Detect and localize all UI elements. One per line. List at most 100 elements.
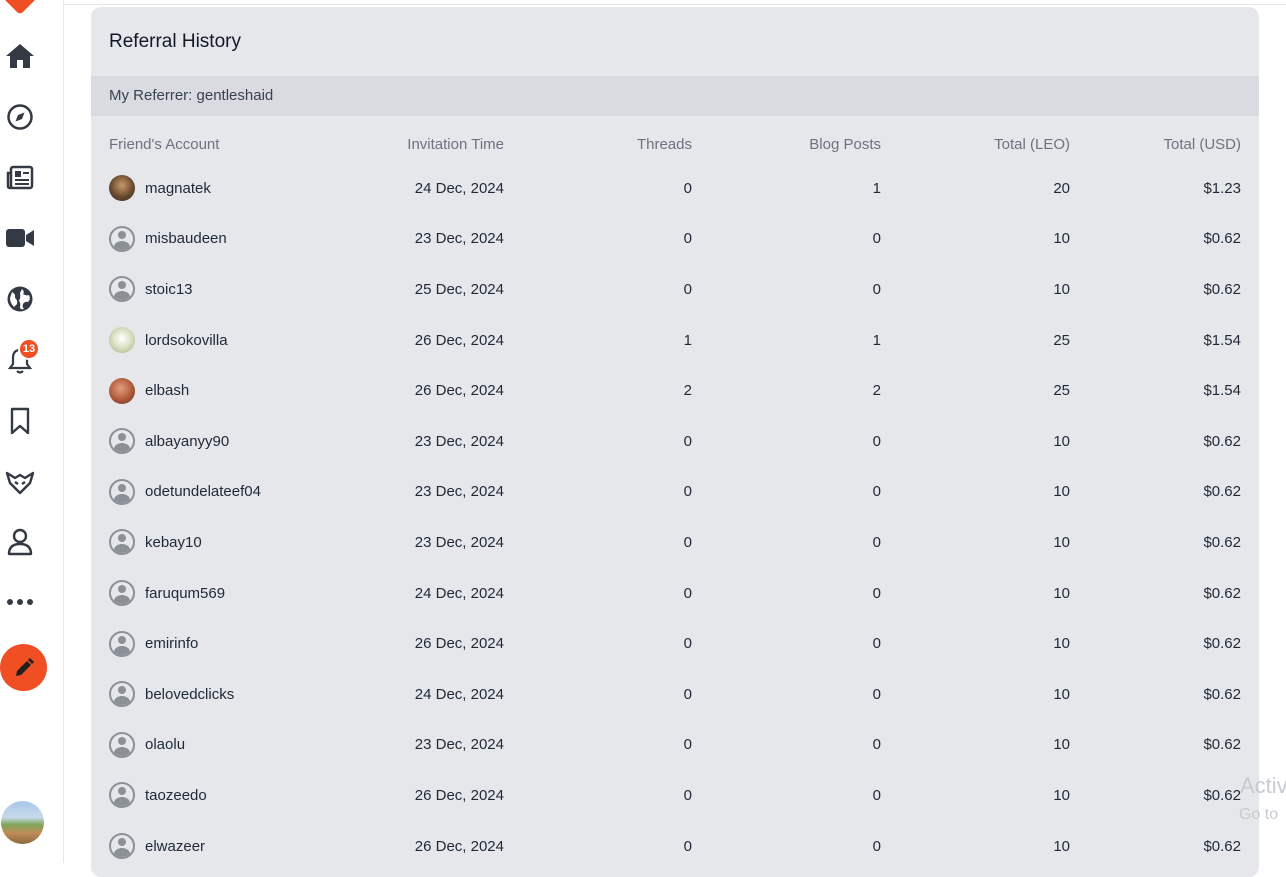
account-name[interactable]: odetundelateef04 (145, 483, 261, 500)
threads-count: 0 (683, 635, 692, 653)
total-usd: $0.62 (1203, 230, 1241, 248)
globe-icon[interactable] (0, 279, 40, 319)
total-leo: 10 (1053, 635, 1070, 653)
account-name[interactable]: taozeedo (145, 787, 207, 804)
user-avatar[interactable] (109, 630, 135, 657)
total-leo: 10 (1053, 533, 1070, 551)
invitation-time: 26 Dec, 2024 (414, 837, 504, 855)
column-header-blog-posts: Blog Posts (809, 135, 881, 153)
account-cell: elwazeer (91, 821, 329, 872)
invitation-time: 25 Dec, 2024 (414, 280, 504, 298)
total-usd: $0.62 (1203, 533, 1241, 551)
total-usd: $1.54 (1203, 331, 1241, 349)
user-avatar[interactable] (109, 175, 135, 202)
blog-posts-count: 0 (872, 533, 881, 551)
bookmark-icon[interactable] (0, 401, 40, 441)
total-leo: 10 (1053, 432, 1070, 450)
video-icon[interactable] (0, 218, 40, 258)
user-avatar[interactable] (109, 225, 135, 252)
account-name[interactable]: olaolu (145, 736, 185, 753)
compose-button[interactable] (0, 644, 47, 691)
threads-count: 0 (683, 432, 692, 450)
total-usd: $0.62 (1203, 432, 1241, 450)
account-cell: odetundelateef04 (91, 467, 329, 518)
logo[interactable] (3, 0, 37, 15)
account-name[interactable]: elwazeer (145, 838, 205, 855)
user-avatar[interactable] (109, 681, 135, 708)
invitation-time: 24 Dec, 2024 (414, 584, 504, 602)
pencil-icon (15, 657, 34, 676)
blog-posts-count: 1 (872, 331, 881, 349)
table-row: elbash 26 Dec, 2024 2 2 25 $1.54 (91, 365, 1259, 416)
table-row: kebay10 23 Dec, 2024 0 0 10 $0.62 (91, 517, 1259, 568)
account-name[interactable]: lordsokovilla (145, 332, 228, 349)
user-avatar[interactable] (109, 731, 135, 758)
invitation-time: 23 Dec, 2024 (414, 736, 504, 754)
profile-avatar[interactable] (1, 801, 44, 844)
total-leo: 10 (1053, 483, 1070, 501)
total-leo: 25 (1053, 331, 1070, 349)
account-name[interactable]: misbaudeen (145, 230, 227, 247)
account-name[interactable]: magnatek (145, 180, 211, 197)
threads-count: 0 (683, 786, 692, 804)
user-avatar[interactable] (109, 833, 135, 860)
column-header-total-usd: Total (USD) (1163, 135, 1241, 153)
blog-posts-count: 0 (872, 483, 881, 501)
threads-count: 0 (683, 584, 692, 602)
user-avatar[interactable] (109, 327, 135, 354)
column-header-threads: Threads (636, 135, 692, 153)
table-row: belovedclicks 24 Dec, 2024 0 0 10 $0.62 (91, 669, 1259, 720)
total-usd: $0.62 (1203, 837, 1241, 855)
total-usd: $0.62 (1203, 736, 1241, 754)
account-name[interactable]: faruqum569 (145, 585, 225, 602)
blog-posts-count: 0 (872, 280, 881, 298)
column-header-account: Friend's Account (109, 135, 220, 153)
user-avatar[interactable] (109, 377, 135, 404)
user-icon[interactable] (0, 522, 40, 562)
user-avatar[interactable] (109, 782, 135, 809)
threads-count: 0 (683, 179, 692, 197)
account-cell: taozeedo (91, 770, 329, 821)
invitation-time: 26 Dec, 2024 (414, 635, 504, 653)
account-name[interactable]: albayanyy90 (145, 433, 229, 450)
user-avatar[interactable] (109, 529, 135, 556)
account-name[interactable]: elbash (145, 382, 189, 399)
more-icon[interactable] (0, 582, 40, 622)
account-name[interactable]: belovedclicks (145, 686, 234, 703)
total-leo: 20 (1053, 179, 1070, 197)
bell-icon[interactable]: 13 (0, 338, 40, 381)
home-icon[interactable] (0, 36, 40, 76)
column-header-invitation-time: Invitation Time (407, 135, 504, 153)
threads-count: 0 (683, 280, 692, 298)
threads-count: 2 (683, 382, 692, 400)
activation-watermark-sub: Go to (1239, 806, 1279, 823)
total-usd: $0.62 (1203, 280, 1241, 298)
table-row: lordsokovilla 26 Dec, 2024 1 1 25 $1.54 (91, 315, 1259, 366)
blog-posts-count: 0 (872, 584, 881, 602)
account-cell: belovedclicks (91, 669, 329, 720)
threads-count: 0 (683, 685, 692, 703)
page-title: Referral History (109, 31, 241, 52)
account-name[interactable]: emirinfo (145, 635, 198, 652)
user-avatar[interactable] (109, 580, 135, 607)
user-avatar[interactable] (109, 276, 135, 303)
total-leo: 10 (1053, 837, 1070, 855)
user-avatar[interactable] (109, 478, 135, 505)
activation-watermark: Activ (1240, 773, 1286, 798)
compass-icon[interactable] (0, 97, 40, 137)
table-row: faruqum569 24 Dec, 2024 0 0 10 $0.62 (91, 568, 1259, 619)
referrer-bar: My Referrer: gentleshaid (91, 76, 1259, 116)
column-header-total-leo: Total (LEO) (994, 135, 1070, 153)
leo-lion-icon[interactable] (0, 462, 40, 502)
referral-history-card: Referral History My Referrer: gentleshai… (91, 7, 1259, 877)
table-row: emirinfo 26 Dec, 2024 0 0 10 $0.62 (91, 618, 1259, 669)
newspaper-icon[interactable] (0, 158, 40, 198)
account-name[interactable]: kebay10 (145, 534, 202, 551)
total-leo: 25 (1053, 382, 1070, 400)
table-header: Friend's Account Invitation Time Threads… (91, 125, 1259, 163)
threads-count: 0 (683, 837, 692, 855)
total-usd: $1.23 (1203, 179, 1241, 197)
account-name[interactable]: stoic13 (145, 281, 193, 298)
user-avatar[interactable] (109, 428, 135, 455)
table-row: stoic13 25 Dec, 2024 0 0 10 $0.62 (91, 264, 1259, 315)
